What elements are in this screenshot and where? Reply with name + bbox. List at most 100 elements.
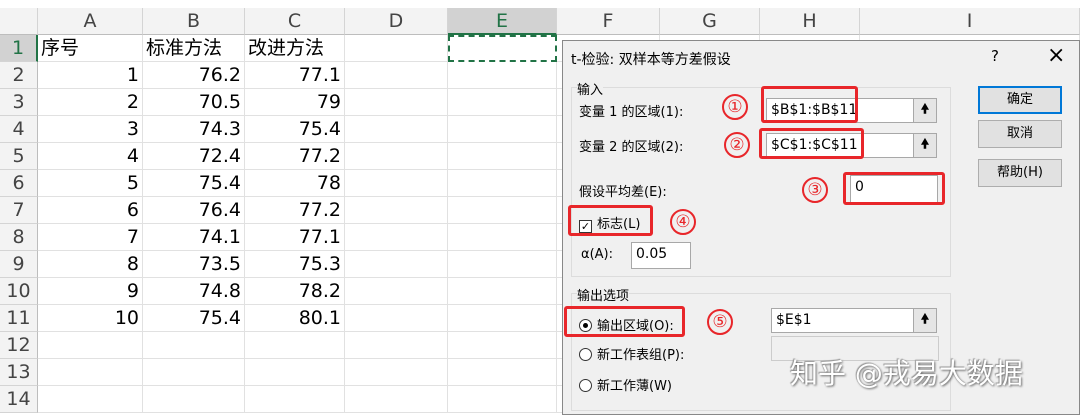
- cell[interactable]: [448, 62, 557, 89]
- row-header-5[interactable]: 5: [0, 143, 38, 170]
- cell[interactable]: 74.3: [143, 116, 245, 143]
- cell[interactable]: [38, 359, 143, 386]
- cell[interactable]: [345, 143, 448, 170]
- cell[interactable]: [345, 278, 448, 305]
- column-header-I[interactable]: I: [860, 8, 1080, 35]
- cell[interactable]: [448, 89, 557, 116]
- row-header-14[interactable]: 14: [0, 386, 38, 413]
- column-header-D[interactable]: D: [345, 8, 448, 35]
- collapse-icon[interactable]: 🠝: [913, 133, 937, 158]
- cell[interactable]: 76.4: [143, 197, 245, 224]
- column-header-A[interactable]: A: [38, 8, 143, 35]
- row-header-13[interactable]: 13: [0, 359, 38, 386]
- cell[interactable]: [143, 359, 245, 386]
- cell[interactable]: 77.1: [245, 62, 345, 89]
- cell[interactable]: 77.2: [245, 143, 345, 170]
- cell[interactable]: [345, 35, 448, 62]
- cell[interactable]: 78.2: [245, 278, 345, 305]
- cell[interactable]: 5: [38, 170, 143, 197]
- cell[interactable]: [448, 170, 557, 197]
- column-header-G[interactable]: G: [660, 8, 760, 35]
- collapse-icon[interactable]: 🠝: [913, 308, 937, 333]
- cell[interactable]: [143, 386, 245, 413]
- cell[interactable]: [448, 305, 557, 332]
- row-header-9[interactable]: 9: [0, 251, 38, 278]
- row-header-11[interactable]: 11: [0, 305, 38, 332]
- cell[interactable]: 7: [38, 224, 143, 251]
- cell[interactable]: 70.5: [143, 89, 245, 116]
- cell[interactable]: [345, 89, 448, 116]
- row-header-7[interactable]: 7: [0, 197, 38, 224]
- select-all-corner[interactable]: [0, 8, 38, 35]
- radio-icon[interactable]: [579, 348, 592, 361]
- cell[interactable]: 73.5: [143, 251, 245, 278]
- cell[interactable]: 6: [38, 197, 143, 224]
- cell[interactable]: 标准方法: [143, 35, 245, 62]
- cell[interactable]: 80.1: [245, 305, 345, 332]
- column-header-C[interactable]: C: [245, 8, 345, 35]
- cell[interactable]: 78: [245, 170, 345, 197]
- row-header-12[interactable]: 12: [0, 332, 38, 359]
- output-range-input[interactable]: $E$1: [771, 308, 914, 333]
- row-header-2[interactable]: 2: [0, 62, 38, 89]
- cell[interactable]: [448, 251, 557, 278]
- cancel-button[interactable]: 取消: [978, 120, 1062, 148]
- help-button[interactable]: 帮助(H): [978, 159, 1062, 187]
- cell[interactable]: [345, 197, 448, 224]
- cell[interactable]: 75.4: [143, 170, 245, 197]
- cell[interactable]: 2: [38, 89, 143, 116]
- cell[interactable]: 74.8: [143, 278, 245, 305]
- new-workbook-radio[interactable]: 新工作薄(W): [579, 375, 672, 394]
- radio-icon[interactable]: [579, 379, 592, 392]
- cell[interactable]: [448, 197, 557, 224]
- cell[interactable]: 75.4: [245, 116, 345, 143]
- alpha-input[interactable]: 0.05: [631, 242, 691, 269]
- column-header-B[interactable]: B: [143, 8, 245, 35]
- cell[interactable]: [448, 386, 557, 413]
- cell[interactable]: 4: [38, 143, 143, 170]
- cell[interactable]: 3: [38, 116, 143, 143]
- column-header-F[interactable]: F: [557, 8, 660, 35]
- cell[interactable]: 改进方法: [245, 35, 345, 62]
- cell[interactable]: [345, 251, 448, 278]
- new-sheet-radio[interactable]: 新工作表组(P):: [579, 344, 684, 363]
- cell[interactable]: [38, 386, 143, 413]
- cell[interactable]: [245, 359, 345, 386]
- help-icon[interactable]: ?: [991, 47, 999, 65]
- row-header-8[interactable]: 8: [0, 224, 38, 251]
- cell[interactable]: [345, 332, 448, 359]
- row-header-10[interactable]: 10: [0, 278, 38, 305]
- cell[interactable]: [345, 116, 448, 143]
- cell[interactable]: [143, 332, 245, 359]
- cell[interactable]: [245, 386, 345, 413]
- row-header-1[interactable]: 1: [0, 35, 38, 62]
- column-header-E[interactable]: E: [448, 8, 557, 35]
- cell[interactable]: [448, 224, 557, 251]
- cell[interactable]: [345, 359, 448, 386]
- cell[interactable]: 75.4: [143, 305, 245, 332]
- cell[interactable]: [448, 278, 557, 305]
- cell[interactable]: 72.4: [143, 143, 245, 170]
- cell[interactable]: 74.1: [143, 224, 245, 251]
- cell[interactable]: [38, 332, 143, 359]
- cell[interactable]: [345, 224, 448, 251]
- cell[interactable]: [448, 35, 557, 62]
- cell[interactable]: [245, 332, 345, 359]
- cell[interactable]: [345, 305, 448, 332]
- collapse-icon[interactable]: 🠝: [913, 98, 937, 123]
- cell[interactable]: 10: [38, 305, 143, 332]
- cell[interactable]: 8: [38, 251, 143, 278]
- cell[interactable]: [345, 170, 448, 197]
- row-header-6[interactable]: 6: [0, 170, 38, 197]
- cell[interactable]: 76.2: [143, 62, 245, 89]
- cell[interactable]: 序号: [38, 35, 143, 62]
- cell[interactable]: 1: [38, 62, 143, 89]
- cell[interactable]: [448, 359, 557, 386]
- cell[interactable]: [448, 332, 557, 359]
- cell[interactable]: 9: [38, 278, 143, 305]
- cell[interactable]: 77.2: [245, 197, 345, 224]
- cell[interactable]: 79: [245, 89, 345, 116]
- cell[interactable]: [448, 143, 557, 170]
- ok-button[interactable]: 确定: [978, 86, 1062, 114]
- row-header-3[interactable]: 3: [0, 89, 38, 116]
